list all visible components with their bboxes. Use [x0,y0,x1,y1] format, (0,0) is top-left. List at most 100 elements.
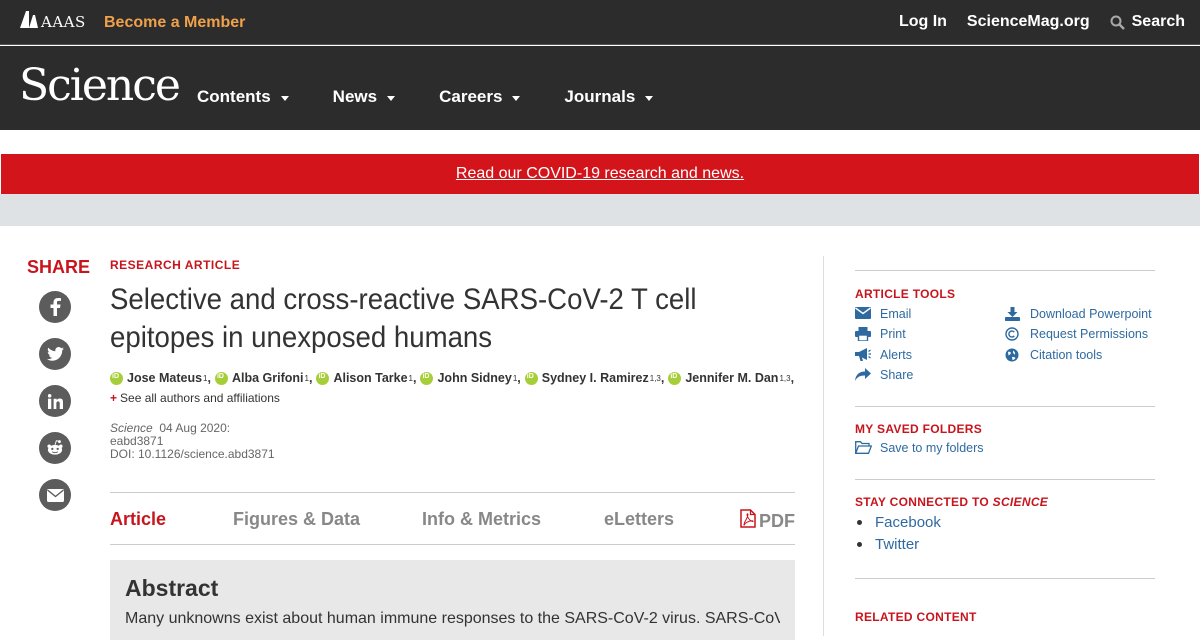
tab-info-metrics[interactable]: Info & Metrics [422,509,541,530]
tab-eletters[interactable]: eLetters [604,509,674,530]
email-icon[interactable] [39,479,71,511]
twitter-link[interactable]: Twitter [875,536,919,553]
linkedin-icon[interactable] [39,385,71,417]
list-item: Facebook [855,514,941,531]
copyright-icon [1005,327,1022,341]
folder-icon [854,441,873,455]
sidebar-divider [855,270,1155,271]
stay-connected-heading: STAY CONNECTED TO SCIENCE [855,495,1048,509]
covid-banner: Read our COVID-19 research and news. [1,154,1199,194]
share-tool-link[interactable]: Share [855,368,913,382]
save-to-folders-link[interactable]: Save to my folders [854,441,984,455]
main-nav: Contents News Careers Journals [197,87,697,107]
sciencemag-link[interactable]: ScienceMag.org [967,13,1090,31]
download-powerpoint-link[interactable]: Download Powerpoint [1005,307,1152,321]
publication-date: 04 Aug 2020: [159,421,231,435]
nav-journals-label: Journals [564,87,636,106]
author-link[interactable]: Jennifer M. Dan1,3, [668,371,794,385]
see-all-authors-label: See all authors and affiliations [120,391,280,405]
request-permissions-label: Request Permissions [1030,327,1149,341]
author-affiliation: 1 [203,373,208,383]
stay-connected-text: STAY CONNECTED TO [855,495,993,509]
publication-line: Science 04 Aug 2020: [110,422,795,435]
alerts-tool-label: Alerts [880,348,912,362]
author-link[interactable]: Alba Grifoni1, [214,371,312,385]
aaas-mark-icon [20,11,38,33]
saved-folders-heading: MY SAVED FOLDERS [855,422,983,436]
twitter-icon[interactable] [39,338,71,370]
author-list: Jose Mateus1, Alba Grifoni1, Alison Tark… [110,371,795,385]
reddit-icon[interactable] [39,432,71,464]
covid-banner-link[interactable]: Read our COVID-19 research and news. [456,165,744,183]
author-name: Jennifer M. Dan [685,371,779,385]
author-affiliation: 1 [408,373,413,383]
article-tabs: Article Figures & Data Info & Metrics eL… [110,492,795,545]
author-name: Alba Grifoni [231,371,304,385]
tab-figures-data[interactable]: Figures & Data [233,509,360,530]
search-icon[interactable] [1110,15,1125,30]
orcid-icon [316,371,330,385]
tab-pdf-label: PDF [759,510,795,531]
orcid-icon [524,371,538,385]
facebook-icon[interactable] [39,291,71,323]
article-header: RESEARCH ARTICLE Selective and cross-rea… [110,258,795,461]
megaphone-icon [855,348,872,362]
citation-tools-label: Citation tools [1030,348,1103,362]
author-link[interactable]: Jose Mateus1, [110,371,211,385]
abstract-section: Abstract Many unknowns exist about human… [110,560,795,640]
tab-pdf[interactable]: PDF [740,509,795,533]
author-link[interactable]: John Sidney1, [420,371,521,385]
nav-journals[interactable]: Journals [564,87,654,107]
orcid-icon [668,371,682,385]
email-tool-label: Email [880,307,912,321]
pdf-icon [740,509,756,533]
plus-icon: + [110,391,118,405]
search-link[interactable]: Search [1132,13,1185,31]
see-all-authors-link[interactable]: + See all authors and affiliations [110,391,795,405]
facebook-link[interactable]: Facebook [875,514,941,531]
save-to-folders-label: Save to my folders [880,441,984,455]
article-meta: Science 04 Aug 2020: eabd3871 DOI: 10.11… [110,422,795,461]
author-affiliation: 1,3 [649,373,661,383]
login-link[interactable]: Log In [899,13,947,31]
nav-contents[interactable]: Contents [197,87,289,107]
author-affiliation: 1 [512,373,518,383]
abstract-heading: Abstract [125,575,219,601]
chevron-down-icon [645,95,654,101]
author-link[interactable]: Sydney I. Ramirez1,3, [524,371,664,385]
globe-icon [1005,348,1022,362]
article-type: RESEARCH ARTICLE [110,258,241,272]
stay-connected-journal: SCIENCE [992,495,1049,509]
print-tool-label: Print [880,327,906,341]
envelope-icon [855,307,872,321]
citation-tools-link[interactable]: Citation tools [1005,348,1102,362]
print-tool-link[interactable]: Print [855,327,906,342]
download-powerpoint-label: Download Powerpoint [1030,307,1152,321]
chevron-down-icon [387,95,396,101]
request-permissions-link[interactable]: Request Permissions [1005,327,1148,341]
nav-careers[interactable]: Careers [439,87,521,107]
email-tool-link[interactable]: Email [855,307,911,321]
author-name: Sydney I. Ramirez [541,371,649,385]
aaas-logo[interactable]: AAAS [20,11,86,33]
divider-strip [0,194,1200,226]
orcid-icon [214,371,228,385]
nav-news[interactable]: News [333,87,396,107]
science-logo[interactable]: Science [19,64,181,108]
download-icon [1005,307,1022,321]
article-doi: DOI: 10.1126/science.abd3871 [110,447,275,461]
tab-article[interactable]: Article [110,509,166,530]
share-tool-label: Share [880,368,914,382]
become-member-link[interactable]: Become a Member [104,14,245,32]
social-links-list: Facebook Twitter [855,514,941,558]
alerts-tool-link[interactable]: Alerts [855,348,912,362]
related-content-heading: RELATED CONTENT [855,610,977,624]
chevron-down-icon [280,95,289,101]
orcid-icon [420,371,434,385]
article-tools-heading: ARTICLE TOOLS [855,287,956,301]
share-arrow-icon [855,368,872,382]
top-bar: AAAS Become a Member Log In ScienceMag.o… [0,0,1200,45]
author-name: Alison Tarke [333,371,408,385]
nav-careers-label: Careers [439,87,503,106]
author-link[interactable]: Alison Tarke1, [316,371,416,385]
